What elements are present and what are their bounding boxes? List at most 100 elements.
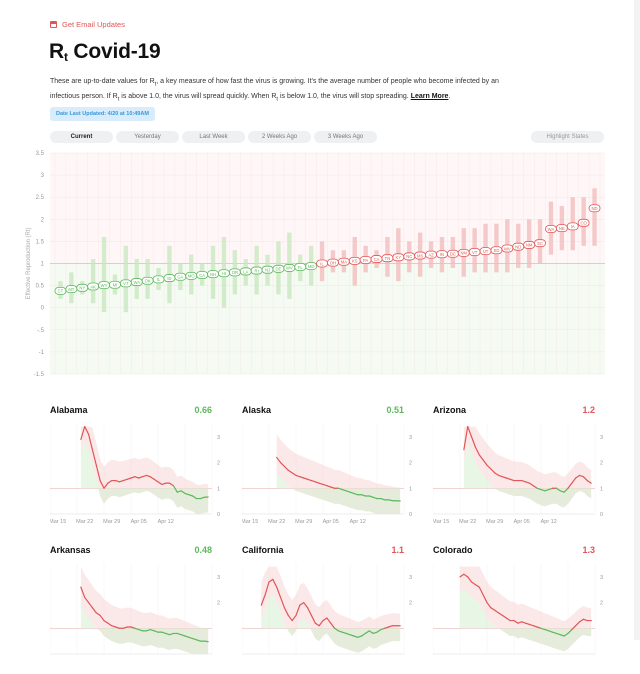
state-label: NH xyxy=(210,272,216,277)
state-label: IA xyxy=(571,224,575,229)
state-label: VT xyxy=(123,281,129,286)
y-tick-label: 2 xyxy=(409,461,412,467)
state-card-rt-value: 0.48 xyxy=(162,545,212,555)
state-card-rt-value: 0.51 xyxy=(354,405,404,415)
state-label: WY xyxy=(101,283,108,288)
y-axis-label: Effective Reproduction (Rt) xyxy=(26,228,32,300)
highlight-states-button[interactable]: Highlight States xyxy=(531,131,604,143)
state-label: AZ xyxy=(428,252,434,257)
time-tabs: Current Yesterday Last Week 2 Weeks Ago … xyxy=(50,131,377,143)
y-tick-label: 3 xyxy=(600,575,603,581)
state-card-rt-value: 1.3 xyxy=(545,545,595,555)
state-card-title[interactable]: Colorado xyxy=(433,545,473,555)
x-tick-label: Mar 22 xyxy=(459,519,476,525)
state-label: ND xyxy=(592,206,598,211)
y-tick-label: 3 xyxy=(217,575,220,581)
state-label: NE xyxy=(559,226,565,231)
y-tick-label: 0 xyxy=(41,306,45,312)
state-card-title[interactable]: California xyxy=(242,545,284,555)
state-label: NJ xyxy=(265,267,270,272)
x-tick-label: Apr 12 xyxy=(350,519,366,525)
state-rt-chart: 32 xyxy=(433,562,609,674)
state-card-rt-value: 1.2 xyxy=(545,405,595,415)
y-tick-label: 0.5 xyxy=(36,284,45,290)
tab-3-weeks-ago[interactable]: 3 Weeks Ago xyxy=(314,131,377,143)
email-updates-link[interactable]: Get Email Updates xyxy=(50,20,125,29)
state-label: TN xyxy=(385,256,391,261)
state-label: OH xyxy=(330,260,336,265)
y-tick-label: 2 xyxy=(600,461,603,467)
scrollbar[interactable] xyxy=(634,0,640,640)
state-label: UT xyxy=(483,249,489,254)
state-label: NM xyxy=(526,243,533,248)
tab-current[interactable]: Current xyxy=(50,131,113,143)
state-label: ID xyxy=(167,276,171,281)
y-tick-label: 1.5 xyxy=(36,239,45,245)
y-tick-label: 1 xyxy=(409,486,412,492)
y-tick-label: 2 xyxy=(600,601,603,607)
y-tick-label: 2 xyxy=(217,461,220,467)
state-label: ND xyxy=(515,245,521,250)
y-tick-label: 3 xyxy=(41,173,45,179)
x-tick-label: Mar 22 xyxy=(76,519,93,525)
y-tick-label: -.5 xyxy=(37,328,45,334)
state-label: PA xyxy=(363,258,368,263)
x-tick-label: Apr 12 xyxy=(158,519,174,525)
y-tick-label: -1 xyxy=(39,350,45,356)
y-tick-label: 1 xyxy=(600,486,603,492)
tab-2-weeks-ago[interactable]: 2 Weeks Ago xyxy=(248,131,311,143)
state-label: NC xyxy=(406,254,412,259)
state-rt-chart: 3210Mar 15Mar 22Mar 29Apr 05Apr 12 xyxy=(433,422,609,534)
y-tick-label: 3 xyxy=(409,435,412,441)
state-label: LA xyxy=(243,269,248,274)
tab-last-week[interactable]: Last Week xyxy=(182,131,245,143)
mail-icon xyxy=(50,21,57,28)
x-tick-label: Mar 15 xyxy=(433,519,449,525)
confidence-band xyxy=(592,188,596,245)
confidence-band xyxy=(102,237,106,312)
y-tick-label: 3 xyxy=(409,575,412,581)
state-card-title[interactable]: Arizona xyxy=(433,405,466,415)
state-label: OK xyxy=(145,279,151,284)
state-label: CO xyxy=(581,221,588,226)
x-tick-label: Mar 15 xyxy=(242,519,258,525)
state-label: CT xyxy=(58,289,64,294)
state-card-rt-value: 0.66 xyxy=(162,405,212,415)
y-tick-label: 2 xyxy=(41,217,45,223)
state-rt-chart: 3210Mar 15Mar 22Mar 29Apr 05Apr 12 xyxy=(50,422,226,534)
state-label: RI xyxy=(255,268,259,273)
learn-more-link[interactable]: Learn More xyxy=(411,93,449,100)
state-label: MS xyxy=(417,253,423,258)
state-label: CA xyxy=(374,257,380,262)
y-tick-label: -1.5 xyxy=(34,372,45,378)
state-card-title[interactable]: Alabama xyxy=(50,405,88,415)
y-tick-label: 3 xyxy=(600,435,603,441)
y-tick-label: 0 xyxy=(600,512,603,518)
state-label: WV xyxy=(504,246,511,251)
rt-overview-chart: 3.532.521.510.50-.5-1-1.5Effective Repro… xyxy=(20,148,610,378)
state-card-title[interactable]: Arkansas xyxy=(50,545,91,555)
state-label: IN xyxy=(440,252,444,257)
state-label: FL xyxy=(298,265,304,270)
state-label: WA xyxy=(548,227,555,232)
x-tick-label: Apr 12 xyxy=(541,519,557,525)
state-label: GA xyxy=(177,275,183,280)
state-label: SC xyxy=(537,241,543,246)
state-label: KS xyxy=(352,259,358,264)
x-tick-label: Apr 05 xyxy=(131,519,147,525)
tab-yesterday[interactable]: Yesterday xyxy=(116,131,179,143)
state-label: KY xyxy=(396,255,402,260)
state-label: DC xyxy=(450,252,456,257)
y-tick-label: 1 xyxy=(217,486,220,492)
confidence-band xyxy=(124,246,128,312)
state-label: VT xyxy=(472,250,478,255)
state-label: DE xyxy=(276,267,282,272)
y-tick-label: 0 xyxy=(217,512,220,518)
state-rt-chart: 32 xyxy=(242,562,418,674)
x-tick-label: Apr 05 xyxy=(323,519,339,525)
x-tick-label: Apr 05 xyxy=(514,519,530,525)
state-card-title[interactable]: Alaska xyxy=(242,405,271,415)
state-card-rt-value: 1.1 xyxy=(354,545,404,555)
state-label: OR xyxy=(232,270,238,275)
y-tick-label: 1 xyxy=(41,262,45,268)
